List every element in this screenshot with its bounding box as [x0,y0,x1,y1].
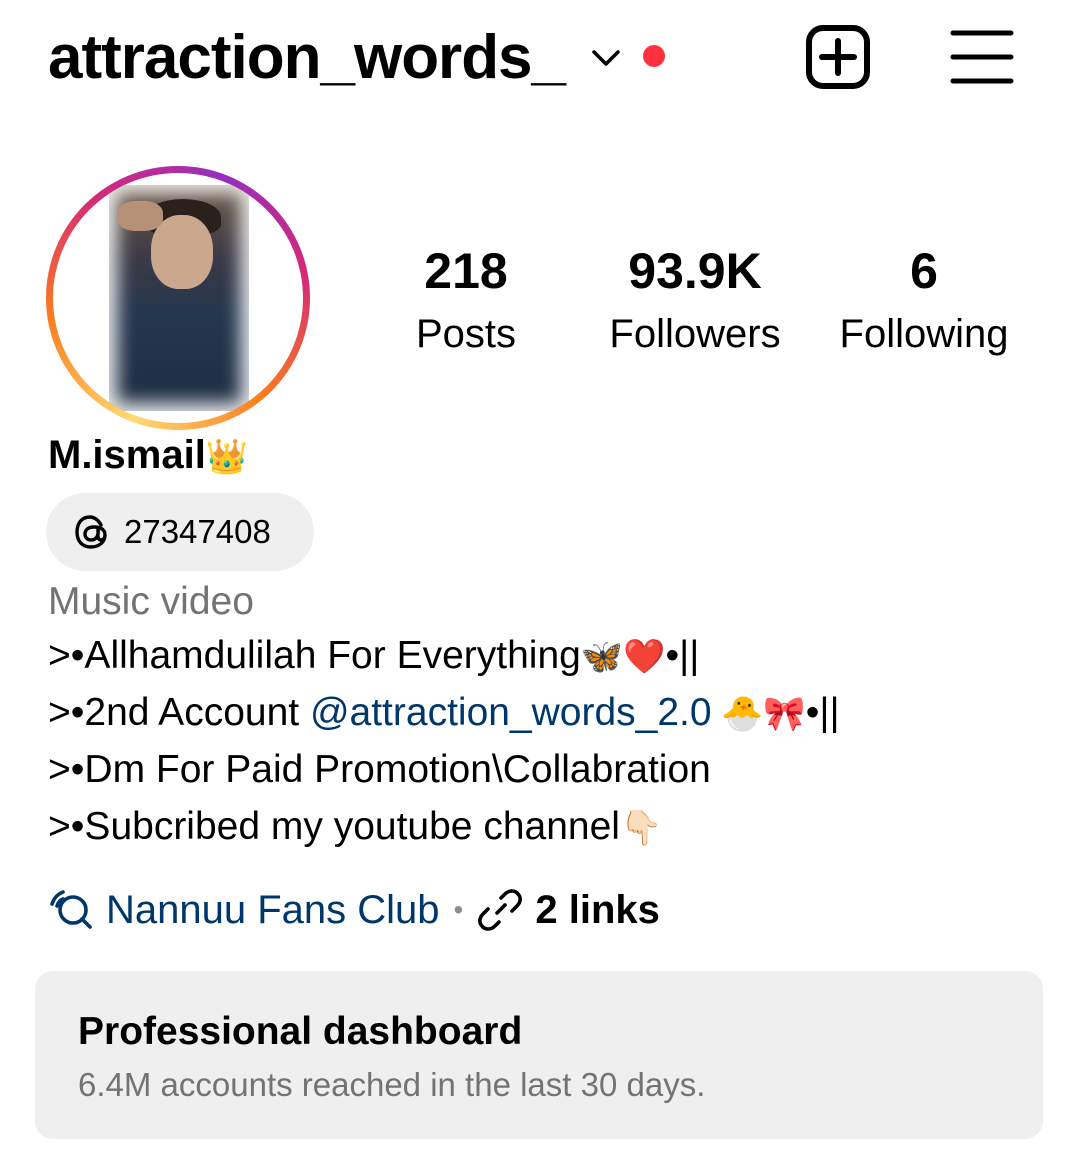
bio-line: >•Subcribed my youtube channel👇🏻 [48,799,662,856]
dashboard-title: Professional dashboard [78,1010,523,1053]
followers-label: Followers [609,312,781,356]
following-count: 6 [910,243,938,299]
avatar-photo [109,185,249,411]
bio-emoji: 🦋❤️ [580,638,666,676]
bio-text: >•2nd Account [48,691,310,734]
posts-count: 218 [424,243,508,299]
avatar [53,173,303,423]
bio-emoji: 👇🏻 [619,809,663,847]
professional-dashboard-card[interactable]: Professional dashboard 6.4M accounts rea… [35,971,1043,1139]
bio-line: >•2nd Account @attraction_words_2.0 🐣🎀•|… [48,685,840,742]
channel-link[interactable]: Nannuu Fans Club [106,888,440,933]
plus-square-icon[interactable] [805,24,871,90]
broadcast-channel-icon[interactable] [48,888,96,932]
separator-dot: • [453,894,464,925]
threads-icon [75,515,107,549]
links-row: Nannuu Fans Club • 2 links [48,880,660,940]
mention-link[interactable]: @attraction_words_2.0 [310,691,712,734]
display-name-text: M.ismail [48,433,206,477]
chevron-down-icon[interactable] [590,44,622,72]
posts-stat[interactable]: 218 Posts [396,236,536,362]
bio-text: >•Allhamdulilah For Everything [48,634,581,677]
notification-dot [643,45,665,67]
bio-line: >•Dm For Paid Promotion\Collabration [48,742,711,798]
links-button[interactable]: 2 links [535,888,660,933]
display-name: M.ismail👑 [48,428,248,484]
bio-suffix: •|| [805,691,840,734]
bio-emoji: 🐣🎀 [711,695,806,733]
bio-text: >•Subcribed my youtube channel [48,805,620,848]
username-title[interactable]: attraction_words_ [48,22,566,94]
threads-id: 27347408 [124,513,271,550]
bio-text: >•Dm For Paid Promotion\Collabration [48,748,711,791]
profile-picture[interactable] [46,166,310,430]
followers-stat[interactable]: 93.9K Followers [590,236,800,362]
bio-suffix: •|| [665,634,700,677]
link-icon[interactable] [477,887,523,933]
bio-line: >•Allhamdulilah For Everything🦋❤️•|| [48,628,699,685]
dashboard-subtitle: 6.4M accounts reached in the last 30 day… [78,1066,706,1103]
posts-label: Posts [415,312,517,356]
following-label: Following [839,312,1009,356]
threads-badge[interactable]: 27347408 [46,493,314,571]
category-label: Music video [48,580,254,623]
crown-emoji: 👑 [205,438,249,476]
following-stat[interactable]: 6 Following [822,236,1026,362]
followers-count: 93.9K [628,243,762,299]
hamburger-menu-icon[interactable] [950,28,1014,88]
